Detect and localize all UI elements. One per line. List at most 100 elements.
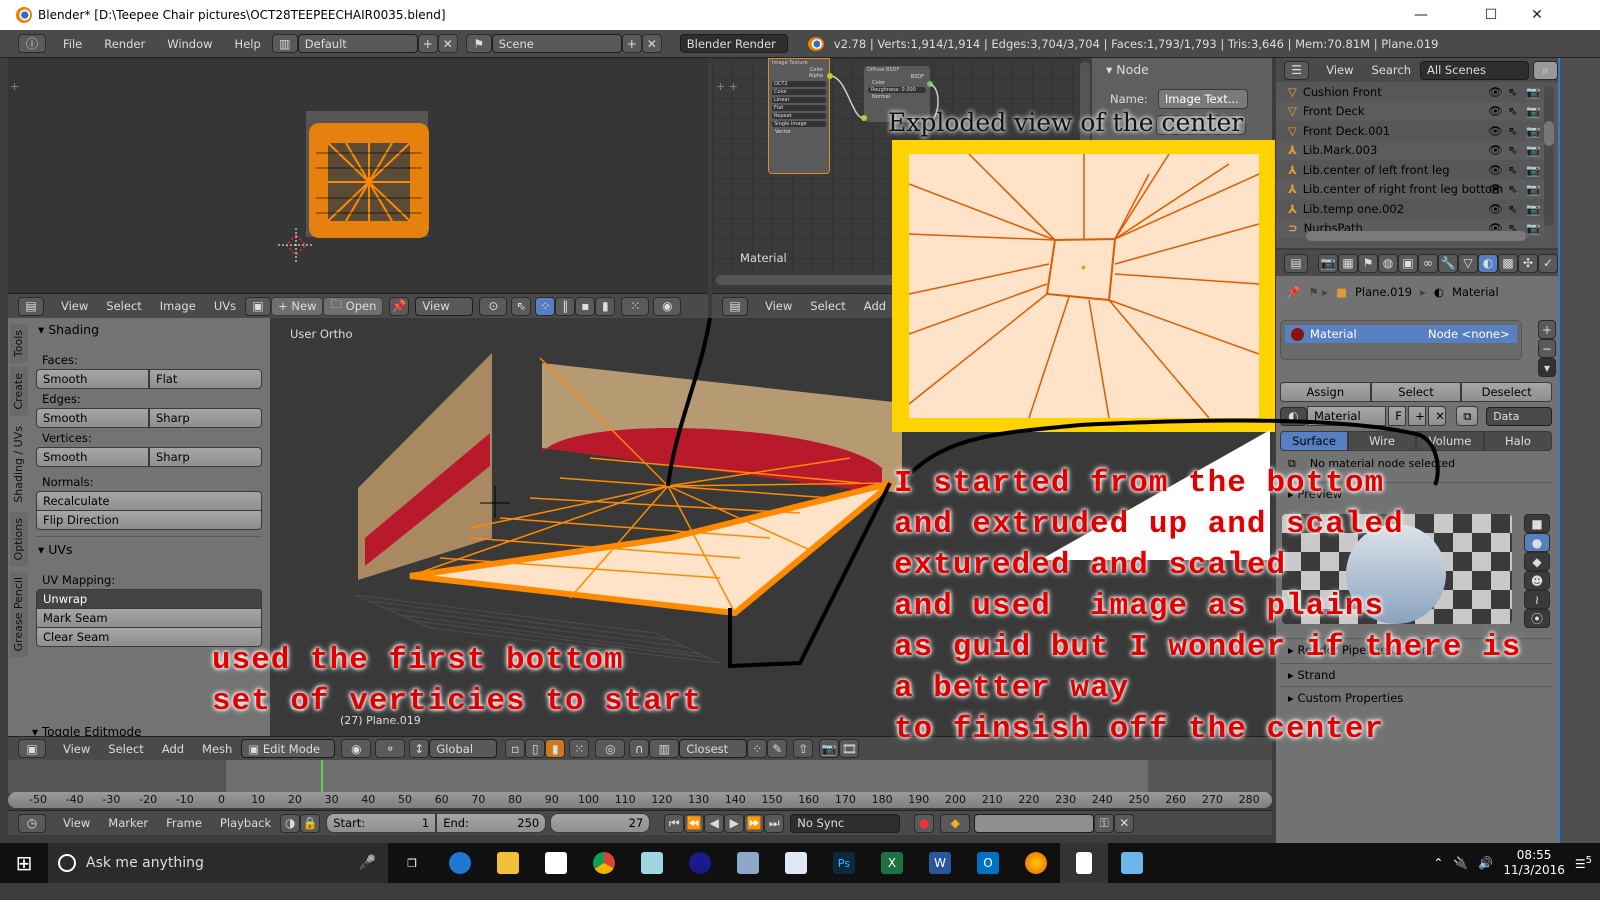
selectable-cursor-icon[interactable]: ⇖ xyxy=(1508,104,1518,118)
preview-monkey-icon[interactable]: ☻ xyxy=(1524,571,1550,590)
current-frame-field[interactable]: 27 xyxy=(550,813,651,833)
layers-icon[interactable]: ⇧ xyxy=(793,739,814,758)
visibility-eye-icon[interactable]: 👁 xyxy=(1488,202,1503,216)
edges-smooth-button[interactable]: Smooth xyxy=(36,408,149,428)
microphone-icon[interactable]: 🎤 xyxy=(359,855,376,871)
selectable-cursor-icon[interactable]: ⇖ xyxy=(1508,182,1518,196)
timeline-area[interactable] xyxy=(8,760,1272,793)
show-hidden-icons[interactable]: ⌃ xyxy=(1433,856,1443,870)
preview-cube-icon[interactable]: ◆ xyxy=(1524,552,1550,571)
outliner-item[interactable]: ⅄ Lib.center of right front leg bottom 👁 ⇖ 📷 xyxy=(1276,179,1544,199)
node-menu-view[interactable]: View xyxy=(756,299,801,313)
chrome-icon[interactable] xyxy=(580,843,628,883)
snap-element-icon[interactable]: ▥ xyxy=(649,739,680,758)
flip-direction-button[interactable]: Flip Direction xyxy=(36,510,262,530)
sync-selection-icon[interactable]: ⇖ xyxy=(511,296,532,316)
snap-options-icon[interactable]: ⁘ xyxy=(747,739,768,758)
tab-shading-uvs[interactable]: Shading / UVs xyxy=(10,419,28,509)
outliner-menu-search[interactable]: Search xyxy=(1363,63,1421,77)
image-view-select[interactable]: View xyxy=(415,296,474,316)
control-panel-icon[interactable] xyxy=(1108,843,1156,883)
texture-tab-icon[interactable]: ▩ xyxy=(1498,253,1518,273)
node-menu-select[interactable]: Select xyxy=(801,299,854,313)
slot-specials-button[interactable]: ▾ xyxy=(1538,358,1556,377)
tab-halo[interactable]: Halo xyxy=(1484,431,1552,451)
visibility-eye-icon[interactable]: 👁 xyxy=(1488,143,1503,157)
outliner-item[interactable]: ▽ Cushion Front 👁 ⇖ 📷 xyxy=(1276,82,1544,102)
shading-panel-header[interactable]: ▾ Shading xyxy=(38,322,264,337)
play-icon[interactable]: ▶ xyxy=(724,813,745,833)
recalculate-button[interactable]: Recalculate xyxy=(36,491,262,511)
add-layout-button[interactable]: + xyxy=(417,34,438,53)
renderable-camera-icon[interactable]: 📷 xyxy=(1526,163,1540,177)
pivot-point-icon[interactable]: ⚬ xyxy=(375,739,406,758)
outlook-icon[interactable]: O xyxy=(964,843,1012,883)
preview-flat-icon[interactable]: ■ xyxy=(1524,514,1550,533)
outliner-item[interactable]: ⅄ Lib.temp one.002 👁 ⇖ 📷 xyxy=(1276,199,1544,219)
play-reverse-icon[interactable]: ◀ xyxy=(704,813,725,833)
select-face-mode-icon[interactable]: ▮ xyxy=(545,739,566,758)
outliner-search-icon[interactable]: ⌕ xyxy=(1532,60,1558,80)
assign-button[interactable]: Assign xyxy=(1280,382,1371,402)
particles-tab-icon[interactable]: ✣ xyxy=(1518,253,1538,273)
preview-sphere-icon[interactable]: ● xyxy=(1524,533,1550,552)
menu-window[interactable]: Window xyxy=(156,37,223,51)
vertex-select-icon[interactable]: ⁘ xyxy=(535,296,556,316)
properties-type-icon[interactable]: ▤ xyxy=(1284,253,1308,273)
menu-file[interactable]: File xyxy=(52,37,93,51)
uvs-panel-header[interactable]: ▾ UVs xyxy=(38,542,264,557)
start-frame-field[interactable]: Start: 1 xyxy=(326,813,437,833)
outliner-item[interactable]: ⅄ Lib.center of left front leg 👁 ⇖ 📷 xyxy=(1276,160,1544,180)
pivot-icon[interactable]: ⊙ xyxy=(479,296,508,316)
select-edge-mode-icon[interactable]: ▯ xyxy=(525,739,546,758)
renderable-camera-icon[interactable]: 📷 xyxy=(1526,182,1540,196)
link-data-select[interactable]: Data xyxy=(1486,406,1553,426)
timeline-menu-frame[interactable]: Frame xyxy=(157,816,211,830)
visibility-eye-icon[interactable]: 👁 xyxy=(1488,182,1503,196)
viewport-menu-mesh[interactable]: Mesh xyxy=(193,742,241,756)
jump-keyframe-back-icon[interactable]: ⏪ xyxy=(684,813,705,833)
material-tab-icon[interactable]: ◐ xyxy=(1478,253,1498,273)
document-icon[interactable] xyxy=(1060,843,1108,883)
start-button[interactable]: ⊞ xyxy=(0,843,48,883)
edge-icon[interactable] xyxy=(436,843,484,883)
visibility-eye-icon[interactable]: 👁 xyxy=(1488,104,1503,118)
renderable-camera-icon[interactable]: 📷 xyxy=(1526,104,1540,118)
occlude-geometry-icon[interactable]: ⁙ xyxy=(569,739,590,758)
renderable-camera-icon[interactable]: 📷 xyxy=(1526,221,1540,235)
viewport-menu-add[interactable]: Add xyxy=(153,742,193,756)
selectable-cursor-icon[interactable]: ⇖ xyxy=(1508,124,1518,138)
faces-smooth-button[interactable]: Smooth xyxy=(36,369,149,389)
outliner-h-scrollbar[interactable] xyxy=(1306,231,1526,241)
selectable-cursor-icon[interactable]: ⇖ xyxy=(1508,202,1518,216)
vertices-sharp-button[interactable]: Sharp xyxy=(149,447,262,467)
scene-field[interactable]: Scene xyxy=(491,34,622,53)
edge-select-icon[interactable]: ‖ xyxy=(555,296,576,316)
visibility-eye-icon[interactable]: 👁 xyxy=(1488,124,1503,138)
delete-keyframe-icon[interactable]: ✕ xyxy=(1114,813,1135,833)
render-layers-tab-icon[interactable]: ▦ xyxy=(1338,253,1358,273)
info-editor-type-icon[interactable]: ⓘ xyxy=(18,34,46,53)
firefox-icon[interactable] xyxy=(1012,843,1060,883)
use-nodes-button[interactable]: ⧉ xyxy=(1456,406,1479,426)
insert-keyframe-icon[interactable]: ⚿ xyxy=(1094,813,1115,833)
transform-orientation-select[interactable]: Global xyxy=(429,739,498,758)
faces-flat-button[interactable]: Flat xyxy=(149,369,262,389)
timeline-menu-marker[interactable]: Marker xyxy=(99,816,157,830)
node-panel-title[interactable]: ▾ Node xyxy=(1092,58,1272,81)
render-tab-icon[interactable]: 📷 xyxy=(1318,253,1338,273)
pin-icon[interactable]: 📌 xyxy=(1286,285,1300,299)
remove-slot-button[interactable]: − xyxy=(1538,339,1556,358)
select-button[interactable]: Select xyxy=(1370,382,1462,402)
selectable-cursor-icon[interactable]: ⇖ xyxy=(1508,85,1518,99)
renderable-camera-icon[interactable]: 📷 xyxy=(1526,143,1540,157)
network-app-icon[interactable] xyxy=(724,843,772,883)
app-icon[interactable] xyxy=(628,843,676,883)
preview-hair-icon[interactable]: ≀ xyxy=(1524,590,1550,609)
maximize-button[interactable]: ☐ xyxy=(1468,0,1514,30)
snap-toggle-icon[interactable]: ∩ xyxy=(629,739,650,758)
node-name-field[interactable]: Image Text... xyxy=(1157,89,1248,109)
volume-icon[interactable]: 🔊 xyxy=(1478,856,1493,870)
outliner-menu-view[interactable]: View xyxy=(1317,63,1362,77)
snap-project-icon[interactable]: ✎ xyxy=(767,739,788,758)
